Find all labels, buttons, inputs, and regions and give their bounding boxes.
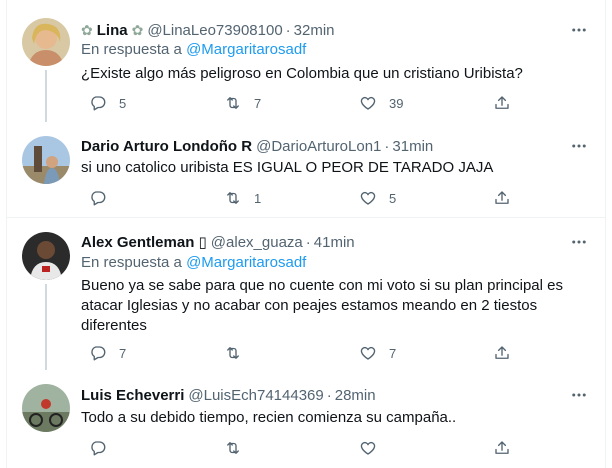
tweet-text: Bueno ya se sabe para que no cuente con … — [81, 276, 581, 336]
reply-mention-link[interactable]: @Margaritarosadf — [186, 254, 306, 271]
user-handle[interactable]: @LinaLeo73908100 — [147, 22, 282, 39]
reply-mention-link[interactable]: @Margaritarosadf — [186, 41, 306, 58]
user-handle[interactable]: @DarioArturoLon1 — [256, 138, 381, 155]
reply-count: 5 — [119, 95, 127, 111]
avatar[interactable] — [22, 384, 70, 432]
like-count: 39 — [389, 95, 404, 111]
retweet-button[interactable] — [224, 343, 254, 363]
tweet-lina[interactable]: ✿ Lina ✿ @LinaLeo73908100 · 32min En res… — [7, 0, 605, 122]
tweet-text: Todo a su debido tiempo, recien comienza… — [81, 409, 457, 426]
tweet-header: ✿ Lina ✿ @LinaLeo73908100 · 32min — [81, 20, 335, 40]
tweet-luis[interactable]: Luis Echeverri @LuisEch74144369 · 28min … — [7, 370, 605, 468]
reply-icon — [91, 96, 106, 111]
retweet-count: 7 — [254, 95, 262, 111]
user-handle[interactable]: @alex_guaza — [211, 234, 303, 251]
like-icon — [360, 96, 376, 110]
reply-button[interactable]: 5 — [89, 93, 126, 113]
reply-context: En respuesta a @Margaritarosadf — [81, 41, 306, 58]
reply-button[interactable] — [89, 188, 119, 208]
retweet-button[interactable]: 1 — [224, 188, 261, 208]
share-button[interactable] — [493, 93, 511, 113]
retweet-button[interactable] — [224, 438, 254, 458]
like-icon — [360, 441, 376, 455]
display-name[interactable]: Dario Arturo Londoño R — [81, 138, 252, 155]
timestamp[interactable]: 28min — [335, 387, 376, 404]
reply-button[interactable] — [89, 438, 119, 458]
tweet-alex[interactable]: Alex Gentleman ▯ @alex_guaza · 41min En … — [7, 218, 605, 370]
retweet-count: 1 — [254, 190, 262, 206]
tweet-text: si uno catolico uribista ES IGUAL O PEOR… — [81, 159, 494, 176]
reply-prefix: En respuesta a — [81, 41, 182, 58]
avatar[interactable] — [22, 18, 70, 66]
timestamp[interactable]: 32min — [294, 22, 335, 39]
reply-count: 7 — [119, 345, 127, 361]
thread-connector — [45, 70, 47, 122]
leaf-emoji-icon: ✿ — [81, 21, 93, 38]
share-button[interactable] — [493, 438, 511, 458]
retweet-icon — [227, 192, 239, 204]
tweet-header: Dario Arturo Londoño R @DarioArturoLon1 … — [81, 136, 433, 156]
display-name[interactable]: Lina — [97, 22, 128, 39]
timestamp[interactable]: 31min — [392, 138, 433, 155]
separator-dot: · — [384, 137, 390, 155]
like-button[interactable]: 39 — [359, 93, 403, 113]
more-icon[interactable] — [569, 20, 589, 40]
separator-dot: · — [305, 233, 311, 251]
like-button[interactable]: 5 — [359, 188, 396, 208]
display-name[interactable]: Luis Echeverri — [81, 387, 184, 404]
retweet-button[interactable]: 7 — [224, 93, 261, 113]
conversation-thread: ✿ Lina ✿ @LinaLeo73908100 · 32min En res… — [6, 0, 606, 468]
retweet-icon — [227, 442, 239, 454]
action-bar: 5 7 39 — [81, 93, 517, 113]
like-icon — [360, 346, 376, 360]
thread-connector — [45, 284, 47, 370]
user-handle[interactable]: @LuisEch74144369 — [188, 387, 323, 404]
share-icon — [495, 441, 509, 454]
timestamp[interactable]: 41min — [314, 234, 355, 251]
reply-prefix: En respuesta a — [81, 254, 182, 271]
avatar[interactable] — [22, 136, 70, 184]
more-icon[interactable] — [569, 232, 589, 252]
share-button[interactable] — [493, 188, 511, 208]
avatar[interactable] — [22, 232, 70, 280]
tweet-text-line: diferentes — [81, 317, 147, 334]
share-icon — [495, 96, 509, 109]
like-icon — [360, 191, 376, 205]
leaf-emoji-icon: ✿ — [131, 21, 144, 38]
like-count: 7 — [389, 345, 397, 361]
share-icon — [495, 346, 509, 359]
separator-dot: · — [285, 21, 291, 39]
reply-button[interactable]: 7 — [89, 343, 126, 363]
tweet-text-line: Bueno ya se sabe para que no cuente con … — [81, 277, 563, 294]
action-bar: 7 7 — [81, 343, 517, 363]
tweet-dario[interactable]: Dario Arturo Londoño R @DarioArturoLon1 … — [7, 122, 605, 214]
retweet-icon — [227, 347, 239, 359]
tweet-header: Alex Gentleman ▯ @alex_guaza · 41min — [81, 232, 355, 252]
reply-context: En respuesta a @Margaritarosadf — [81, 254, 306, 271]
share-icon — [495, 191, 509, 204]
tweet-text-line: atacar Iglesias y no acabar con peajes e… — [81, 297, 538, 314]
like-count: 5 — [389, 190, 397, 206]
separator-dot: · — [326, 386, 332, 404]
action-bar — [81, 438, 517, 458]
more-icon[interactable] — [569, 385, 589, 405]
reply-icon — [91, 441, 106, 456]
like-button[interactable]: 7 — [359, 343, 396, 363]
retweet-icon — [227, 97, 239, 109]
tweet-header: Luis Echeverri @LuisEch74144369 · 28min — [81, 385, 376, 405]
tweet-text: ¿Existe algo más peligroso en Colombia q… — [81, 65, 523, 82]
reply-icon — [91, 346, 106, 361]
share-button[interactable] — [493, 343, 511, 363]
action-bar: 1 5 — [81, 188, 517, 208]
more-icon[interactable] — [569, 136, 589, 156]
reply-icon — [91, 191, 106, 206]
display-name[interactable]: Alex Gentleman ▯ — [81, 233, 207, 251]
like-button[interactable] — [359, 438, 389, 458]
